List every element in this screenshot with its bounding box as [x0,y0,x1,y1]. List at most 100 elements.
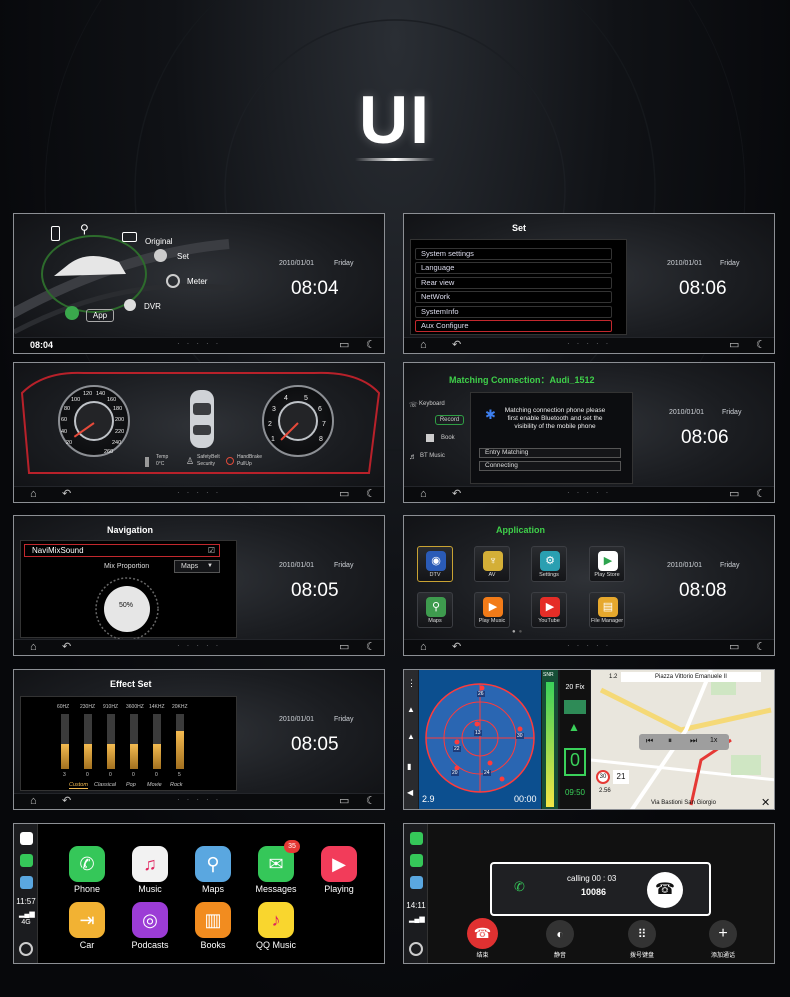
maps-shortcut-icon[interactable] [20,876,33,889]
mix-proportion-knob[interactable] [92,574,162,644]
car-icon[interactable]: ⇥ [69,902,105,938]
nav-arrow-icon[interactable]: ▲ [407,732,415,741]
map-view[interactable]: Piazza Vittorio Emanuele II 1.2 ⏮ ⏸ ⏭ 1x… [591,670,774,809]
window-icon[interactable]: ▭ [729,339,739,352]
hang-up-icon[interactable]: ☎ [647,872,683,908]
meter-label[interactable]: Meter [187,277,207,286]
next-icon[interactable]: ⏭ [690,736,697,746]
menu-item-rear-view[interactable]: Rear view [415,277,612,289]
eq-slider[interactable] [176,714,184,769]
answer-icon[interactable]: ✆ [514,879,525,895]
app-tile-play-store[interactable]: ▶ Play Store [589,546,625,582]
nav-arrow-left-icon[interactable]: ◀ [407,788,413,797]
back-icon[interactable]: ↶ [62,488,71,501]
podcasts-icon[interactable]: ◎ [132,902,168,938]
home-icon[interactable]: ⌂ [420,488,427,501]
set-label[interactable]: Set [177,252,189,261]
window-icon[interactable]: ▭ [339,339,349,352]
home-button[interactable] [19,942,33,956]
app-tile-dtv[interactable]: ◉ DTV [417,546,453,582]
app-tile-play-music[interactable]: ▶ Play Music [474,592,510,628]
book-icon[interactable] [426,434,434,442]
eq-slider[interactable] [61,714,69,769]
menu-item-language[interactable]: Language [415,262,612,274]
home-button[interactable] [409,942,423,956]
back-icon[interactable]: ↶ [452,339,461,352]
app-icon[interactable] [65,306,79,320]
back-icon[interactable]: ↶ [452,488,461,501]
eq-slider[interactable] [107,714,115,769]
edit-icon[interactable]: ☑ [208,546,215,555]
keyboard-icon[interactable]: ☏ [409,401,418,409]
maps-icon[interactable]: ⚲ [195,846,231,882]
nav-arrow-icon[interactable]: ▲ [407,705,415,714]
window-icon[interactable]: ▭ [339,641,349,654]
phone-shortcut-icon[interactable] [20,854,33,867]
window-icon[interactable]: ▭ [729,488,739,501]
menu-icon[interactable]: ⋮ [407,678,416,689]
music-shortcut-icon[interactable] [20,832,33,845]
night-mode-icon[interactable]: ☾ [366,339,376,352]
signal-icon[interactable]: ▮ [407,762,411,771]
eq-preset-custom[interactable]: Custom [69,782,88,789]
home-icon[interactable]: ⌂ [420,641,427,654]
phone-icon[interactable]: ✆ [69,846,105,882]
original-label[interactable]: Original [145,237,173,246]
dvr-label[interactable]: DVR [144,302,161,311]
home-icon[interactable]: ⌂ [30,488,37,501]
app-tile-settings[interactable]: ⚙ Settings [531,546,567,582]
app-tile-file-manager[interactable]: ▤ File Manager [589,592,625,628]
bt-music-label[interactable]: BT Music [420,453,445,459]
connecting-button[interactable]: Connecting [479,461,621,471]
app-tile-maps[interactable]: ⚲ Maps [417,592,453,628]
app-tile-youtube[interactable]: ▶ YouTube [531,592,567,628]
radio-icon[interactable] [122,232,137,242]
now-playing-icon[interactable]: ▶ [321,846,357,882]
eq-preset-pop[interactable]: Pop [126,782,136,788]
window-icon[interactable]: ▭ [729,641,739,654]
entry-matching-button[interactable]: Entry Matching [479,448,621,458]
eq-slider[interactable] [153,714,161,769]
maps-dropdown[interactable]: Maps ▼ [174,560,220,573]
window-icon[interactable]: ▭ [339,488,349,501]
night-mode-icon[interactable]: ☾ [756,339,766,352]
home-icon[interactable]: ⌂ [30,795,37,808]
menu-item-systeminfo[interactable]: SystemInfo [415,306,612,318]
phone-shortcut-icon[interactable] [410,832,423,845]
menu-item-system-settings[interactable]: System settings [415,248,612,260]
home-icon[interactable]: ⌂ [420,339,427,352]
menu-item-aux-configure[interactable]: Aux Configure [415,320,612,332]
dvr-icon[interactable] [124,299,136,311]
eq-slider[interactable] [84,714,92,769]
eq-preset-movie[interactable]: Movie [147,782,162,788]
music-icon[interactable]: ♫ [132,846,168,882]
night-mode-icon[interactable]: ☾ [756,488,766,501]
window-icon[interactable]: ▭ [339,795,349,808]
night-mode-icon[interactable]: ☾ [366,795,376,808]
back-icon[interactable]: ↶ [452,641,461,654]
speed-multiplier[interactable]: 1x [710,737,717,744]
book-label[interactable]: Book [441,435,455,441]
pause-icon[interactable]: ⏸ [668,736,672,746]
set-icon[interactable] [154,249,167,262]
meter-icon[interactable] [166,274,180,288]
qq-music-icon[interactable]: ♪ [258,902,294,938]
end-call-button[interactable]: ☎ [467,918,498,949]
back-icon[interactable]: ↶ [62,641,71,654]
mute-button[interactable]: ◐ [546,920,574,948]
navi-app-row[interactable]: NaviMixSound ☑ [24,544,220,557]
bt-music-icon[interactable]: ♬ [409,452,417,461]
night-mode-icon[interactable]: ☾ [756,641,766,654]
home-icon[interactable]: ⌂ [30,641,37,654]
close-icon[interactable]: ✕ [761,796,770,809]
eq-slider[interactable] [130,714,138,769]
night-mode-icon[interactable]: ☾ [366,641,376,654]
messages-shortcut-icon[interactable] [410,854,423,867]
keyboard-label[interactable]: Keyboard [419,401,445,407]
record-button[interactable]: Record [435,415,464,425]
phone-icon[interactable] [51,226,60,241]
menu-item-network[interactable]: NetWork [415,291,612,303]
app-button[interactable]: App [86,309,114,322]
add-call-button[interactable]: + [709,920,737,948]
app-tile-av[interactable]: ♆ AV [474,546,510,582]
